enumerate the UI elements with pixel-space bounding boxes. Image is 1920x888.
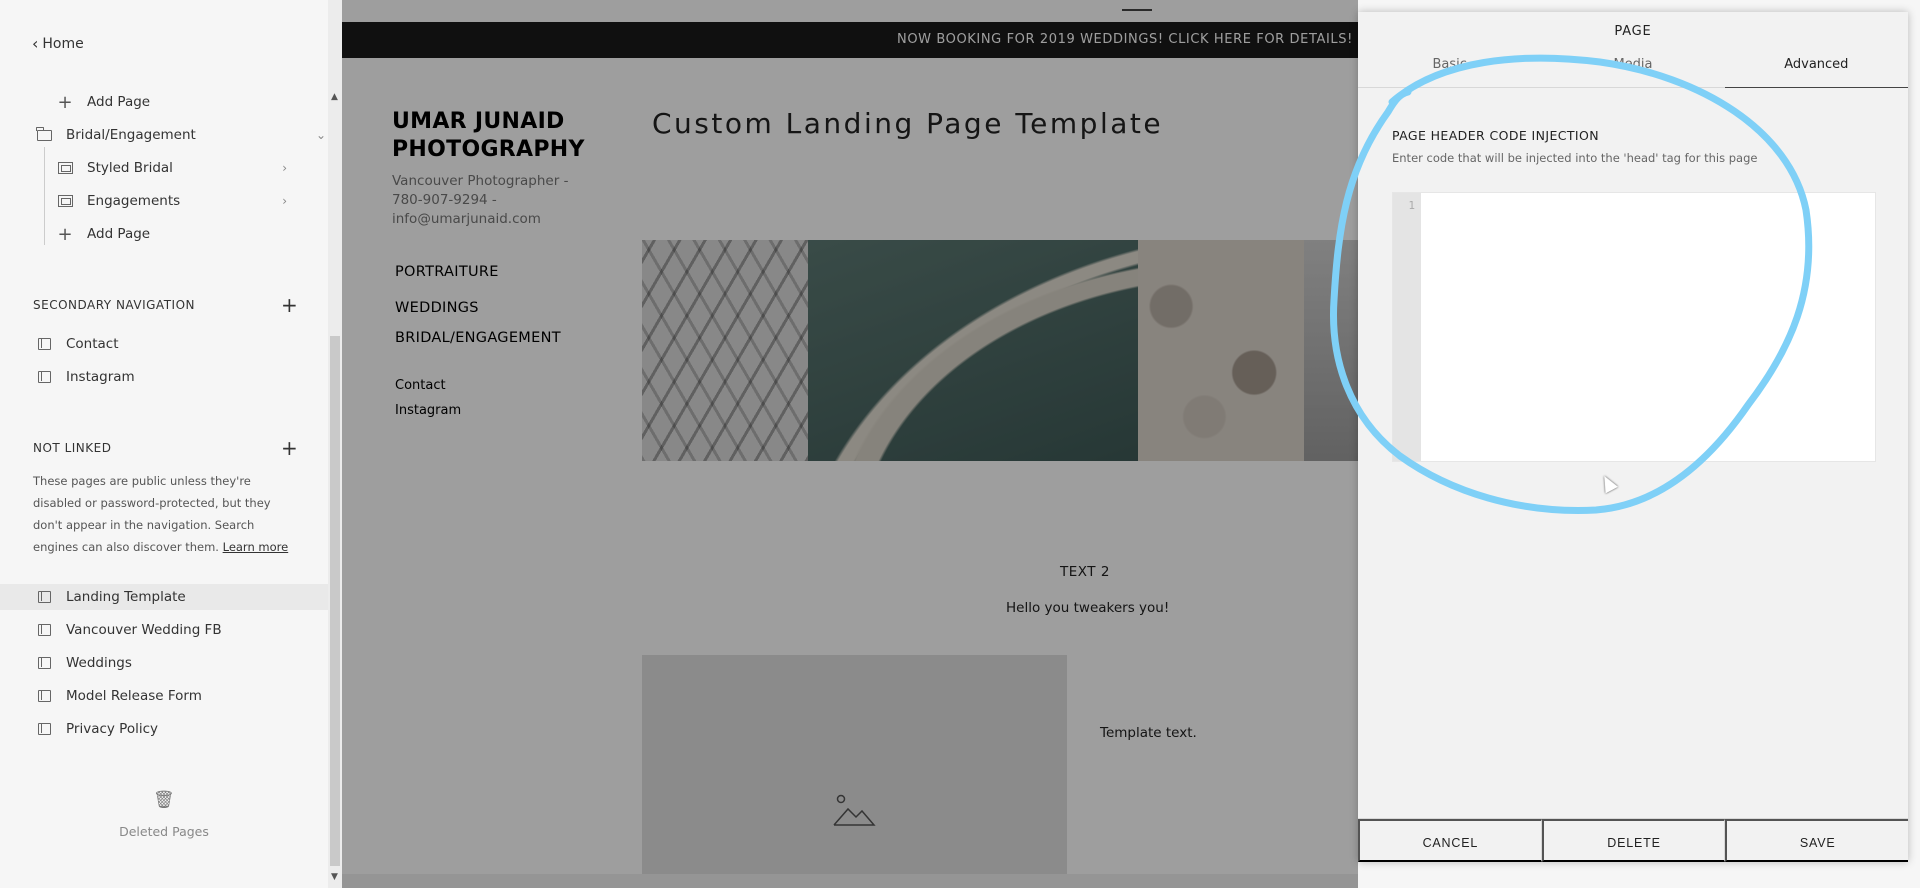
panel-footer: CANCEL DELETE SAVE <box>1358 818 1909 862</box>
sidebar-item-label: Model Release Form <box>66 688 202 704</box>
cancel-button[interactable]: CANCEL <box>1358 819 1542 862</box>
scroll-down-arrow-icon[interactable]: ▼ <box>331 872 338 882</box>
sidebar-item-label: Contact <box>66 336 119 352</box>
home-link[interactable]: ‹ Home <box>32 34 84 53</box>
scrollbar-thumb[interactable] <box>330 336 340 866</box>
sidebar-item-bridal-engagement[interactable]: Bridal/Engagement ⌄ <box>36 123 336 147</box>
tab-basic[interactable]: Basic <box>1358 52 1541 87</box>
tab-media[interactable]: Media <box>1541 52 1724 87</box>
sidebar-scrollbar[interactable]: ▲ ▼ <box>328 0 342 888</box>
sidebar-item-label: Styled Bridal <box>87 160 173 176</box>
plus-icon: + <box>57 223 73 245</box>
code-injection-label: PAGE HEADER CODE INJECTION <box>1392 128 1599 143</box>
page-icon <box>36 623 52 637</box>
preview-dim-overlay <box>342 0 1358 888</box>
sidebar-item-engagements[interactable]: Engagements › <box>57 189 297 213</box>
sidebar-item-vancouver-wedding-fb[interactable]: Vancouver Wedding FB <box>36 618 336 642</box>
sidebar-item-landing-template[interactable]: Landing Template <box>36 585 336 609</box>
save-button[interactable]: SAVE <box>1725 819 1909 862</box>
delete-button[interactable]: DELETE <box>1541 819 1726 862</box>
sidebar-item-label: Privacy Policy <box>66 721 159 737</box>
add-not-linked-button[interactable]: + <box>281 438 298 458</box>
gallery-icon <box>57 161 73 175</box>
page-icon <box>36 590 52 604</box>
page-icon <box>36 722 52 736</box>
sidebar-item-model-release-form[interactable]: Model Release Form <box>36 684 336 708</box>
learn-more-link[interactable]: Learn more <box>223 540 289 554</box>
add-page-label: Add Page <box>87 226 151 242</box>
page-icon <box>36 370 52 384</box>
code-injection-description: Enter code that will be injected into th… <box>1392 151 1758 165</box>
line-number-gutter: 1 <box>1393 193 1421 461</box>
add-page-button[interactable]: + Add Page <box>57 222 357 246</box>
add-page-button[interactable]: + Add Page <box>57 90 357 114</box>
add-secondary-nav-button[interactable]: + <box>281 295 298 315</box>
page-icon <box>36 656 52 670</box>
sidebar-item-styled-bridal[interactable]: Styled Bridal › <box>57 156 297 180</box>
panel-title: PAGE <box>1614 24 1652 39</box>
deleted-pages-link[interactable]: Deleted Pages <box>0 824 328 839</box>
sidebar-item-label: Engagements <box>87 193 181 209</box>
header-code-input[interactable] <box>1421 193 1875 461</box>
secondary-navigation-heading: SECONDARY NAVIGATION <box>33 298 195 312</box>
sidebar-item-label: Bridal/Engagement <box>66 127 196 143</box>
panel-tabs: Basic Media Advanced <box>1358 52 1909 88</box>
chevron-down-icon[interactable]: ⌄ <box>316 128 326 142</box>
home-label: Home <box>42 35 84 52</box>
not-linked-heading: NOT LINKED <box>33 441 112 455</box>
chevron-right-icon[interactable]: › <box>282 194 287 208</box>
page-icon <box>36 337 52 351</box>
tab-advanced[interactable]: Advanced <box>1724 52 1909 88</box>
gallery-icon <box>57 194 73 208</box>
page-icon <box>36 689 52 703</box>
sidebar-item-label: Instagram <box>66 369 135 385</box>
sidebar-item-label: Vancouver Wedding FB <box>66 622 222 638</box>
sidebar-item-contact[interactable]: Contact <box>36 332 336 356</box>
add-page-label: Add Page <box>87 94 151 110</box>
sidebar-item-privacy-policy[interactable]: Privacy Policy <box>36 717 336 741</box>
sidebar-item-instagram[interactable]: Instagram <box>36 365 336 389</box>
plus-icon: + <box>57 91 73 113</box>
trash-icon[interactable]: 🗑 <box>153 790 175 810</box>
chevron-right-icon[interactable]: › <box>282 161 287 175</box>
tree-line <box>44 147 45 245</box>
not-linked-description: These pages are public unless they're di… <box>33 470 293 558</box>
folder-icon <box>36 126 52 142</box>
sidebar-item-label: Landing Template <box>66 589 186 605</box>
pages-sidebar: ‹ Home + Add Page Bridal/Engagement ⌄ St… <box>0 0 328 888</box>
line-number: 1 <box>1408 199 1415 212</box>
chevron-left-icon: ‹ <box>32 34 39 53</box>
page-settings-panel: PAGE Basic Media Advanced PAGE HEADER CO… <box>1358 12 1909 862</box>
scroll-up-arrow-icon[interactable]: ▲ <box>331 92 338 102</box>
sidebar-item-label: Weddings <box>66 655 132 671</box>
sidebar-item-weddings[interactable]: Weddings <box>36 651 336 675</box>
mouse-cursor-icon <box>1598 472 1618 494</box>
code-editor: 1 <box>1392 192 1876 494</box>
